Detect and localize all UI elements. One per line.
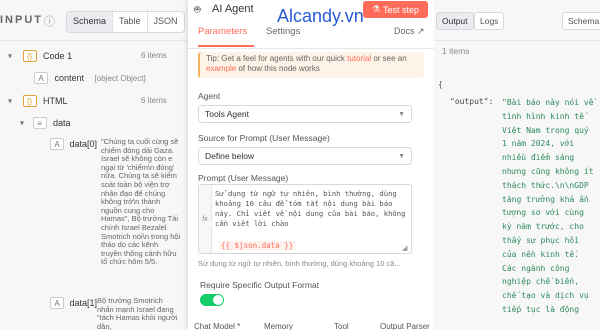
tree-row-content[interactable]: A content [object Object]: [34, 72, 184, 84]
agent-value: Tools Agent: [205, 109, 249, 119]
tip-text: Tip: Get a feel for agents with our quic…: [206, 54, 348, 63]
test-step-button[interactable]: ⚗ Test step: [363, 1, 428, 18]
json-value: "Bài báo này nói về tình hình kinh tế Vi…: [502, 98, 594, 314]
string-type-icon: A: [50, 297, 64, 309]
external-link-icon: ↗: [417, 26, 425, 36]
item-count: 6 items: [141, 51, 167, 60]
node-parameters-panel: 🤖︎ AI Agent ⚗ Test step Parameters Setti…: [188, 0, 434, 330]
info-icon: ⓘ: [44, 16, 55, 28]
tree-row-html[interactable]: ▾ {} HTML 6 items: [8, 95, 186, 107]
tab-schema[interactable]: Schema: [67, 12, 114, 32]
tool-connector[interactable]: Tool: [334, 322, 349, 330]
tab-schema-output[interactable]: Schema: [562, 12, 600, 30]
expression-icon: fx: [199, 185, 212, 253]
input-title: INPUT: [0, 14, 43, 26]
tab-table[interactable]: Table: [113, 12, 148, 32]
tree-key: HTML: [43, 95, 68, 106]
tab-output[interactable]: Output: [436, 12, 474, 30]
json-open-brace: {: [438, 80, 443, 89]
node-title[interactable]: AI Agent: [212, 3, 254, 15]
string-type-icon: A: [34, 72, 48, 84]
items-count: 1 items: [442, 46, 470, 56]
tab-logs[interactable]: Logs: [474, 12, 505, 30]
chevron-down-icon: ▼: [398, 152, 405, 160]
robot-icon: 🤖︎: [194, 4, 201, 16]
output-format-label: Require Specific Output Format: [200, 280, 320, 290]
tree-key: data[0]: [69, 138, 98, 149]
docs-link[interactable]: Docs ↗: [394, 26, 425, 37]
toggle-knob: [213, 295, 223, 305]
prompt-editor[interactable]: fx Sử dụng từ ngữ tự nhiên, bình thường,…: [198, 184, 412, 254]
input-header: INPUT ⓘ Schema Table JSON: [0, 0, 187, 41]
output-pane: Output Logs Schema 1 items { "output": "…: [434, 0, 600, 330]
tip-text: or see an: [371, 54, 407, 63]
chevron-down-icon[interactable]: ▾: [8, 52, 12, 61]
docs-label: Docs: [394, 26, 415, 36]
tree-row-data0[interactable]: A data[0]: [50, 138, 97, 150]
tree-value-data0: "Chúng ta cuối cùng sẽ chiếm đóng dải Ga…: [101, 138, 181, 267]
object-type-icon: {}: [22, 50, 37, 62]
tree-row-data1[interactable]: A data[1]: [50, 297, 97, 309]
prompt-text[interactable]: Sử dụng từ ngữ tự nhiên, bình thường, dù…: [215, 189, 409, 229]
resize-handle-icon[interactable]: ◢: [402, 244, 407, 252]
tree-row-code1[interactable]: ▾ {} Code 1 6 items: [8, 50, 186, 62]
tab-json[interactable]: JSON: [148, 12, 184, 32]
chevron-down-icon[interactable]: ▾: [20, 119, 24, 128]
source-value: Define below: [205, 151, 255, 161]
expression-token[interactable]: {{ $json.data }}: [219, 241, 296, 250]
input-pane: INPUT ⓘ Schema Table JSON ▾ {} Code 1 6 …: [0, 0, 187, 330]
json-key: "output":: [450, 97, 494, 106]
example-link[interactable]: example: [206, 64, 236, 73]
flask-icon: ⚗: [371, 4, 381, 14]
tree-key: Code 1: [43, 50, 73, 61]
tip-text: of how this node works: [236, 64, 320, 73]
chevron-down-icon[interactable]: ▾: [8, 97, 12, 106]
string-type-icon: A: [50, 138, 64, 150]
tree-key: data[1]: [69, 297, 98, 308]
tip-callout: Tip: Get a feel for agents with our quic…: [198, 52, 424, 78]
memory-connector[interactable]: Memory: [264, 322, 293, 330]
tutorial-link[interactable]: tutorial: [347, 54, 371, 63]
test-step-label: Test step: [383, 4, 420, 15]
output-parser-connector[interactable]: Output Parser: [380, 322, 430, 330]
input-view-tabs: Schema Table JSON: [66, 11, 185, 33]
object-type-icon: {}: [22, 95, 37, 107]
source-select[interactable]: Define below ▼: [198, 147, 412, 165]
agent-select[interactable]: Tools Agent ▼: [198, 105, 412, 123]
watermark-text: Alcandy.vn: [277, 6, 364, 26]
list-type-icon: ≡: [32, 117, 47, 129]
tab-settings[interactable]: Settings: [266, 26, 300, 37]
item-count: 6 items: [141, 96, 167, 105]
tree-row-data[interactable]: ▾ ≡ data: [20, 117, 180, 129]
tree-value-data1: Bộ trưởng Smotrich nhấn mạnh Israel đang…: [97, 297, 178, 330]
tree-key: content: [54, 72, 85, 83]
tree-value: [object Object]: [94, 73, 146, 83]
chevron-down-icon: ▼: [398, 110, 405, 118]
tab-parameters[interactable]: Parameters: [198, 26, 247, 37]
output-format-toggle[interactable]: [200, 294, 224, 306]
source-label: Source for Prompt (User Message): [198, 133, 330, 143]
prompt-label: Prompt (User Message): [198, 173, 289, 183]
active-tab-indicator: [198, 45, 254, 47]
output-header: Output Logs Schema: [434, 0, 600, 41]
prompt-preview: Sử dụng từ ngữ tự nhiên, bình thường, dù…: [198, 259, 401, 268]
agent-label: Agent: [198, 91, 221, 101]
chat-model-connector[interactable]: Chat Model *: [194, 322, 240, 330]
parameter-tabs: Parameters Settings Docs ↗: [188, 26, 434, 49]
tree-key: data: [53, 117, 71, 128]
